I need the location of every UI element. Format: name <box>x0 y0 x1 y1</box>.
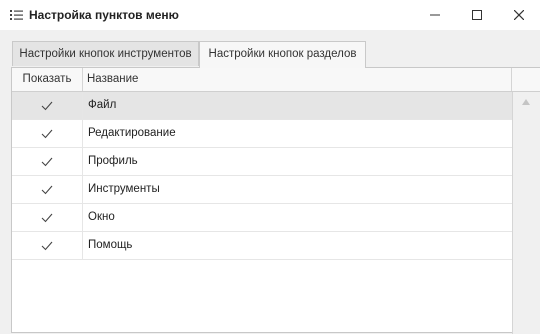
show-cell <box>12 92 83 119</box>
column-header-show[interactable]: Показать <box>12 68 83 91</box>
vertical-scrollbar[interactable] <box>512 92 540 334</box>
item-name: Редактирование <box>88 127 176 139</box>
item-name: Помощь <box>88 239 133 251</box>
table-row[interactable]: Окно <box>12 204 512 232</box>
item-name: Профиль <box>88 155 138 167</box>
item-name: Файл <box>88 99 117 111</box>
checkmark-icon <box>41 213 53 222</box>
window-title: Настройка пунктов меню <box>29 8 179 22</box>
show-cell <box>12 204 83 231</box>
show-cell <box>12 176 83 203</box>
show-checkbox[interactable] <box>40 127 54 141</box>
checkmark-icon <box>41 157 53 166</box>
table-row[interactable]: Редактирование <box>12 120 512 148</box>
item-name: Инструменты <box>88 183 160 195</box>
header-divider <box>511 68 512 91</box>
show-checkbox[interactable] <box>40 99 54 113</box>
maximize-icon <box>472 10 482 20</box>
table-row[interactable]: Файл <box>12 92 512 120</box>
table-row[interactable]: Профиль <box>12 148 512 176</box>
scroll-up-arrow-icon[interactable] <box>521 98 531 106</box>
checkmark-icon <box>41 241 53 250</box>
show-cell <box>12 148 83 175</box>
show-checkbox[interactable] <box>40 239 54 253</box>
table-row[interactable]: Инструменты <box>12 176 512 204</box>
checkmark-icon <box>41 101 53 110</box>
maximize-button[interactable] <box>456 0 498 30</box>
table-body: Файл Редактирование Профиль Инструменты … <box>12 92 512 260</box>
column-header-name[interactable]: Название <box>87 68 138 91</box>
show-cell <box>12 120 83 147</box>
show-checkbox[interactable] <box>40 155 54 169</box>
tab-bar: Настройки кнопок инструментов Настройки … <box>0 41 540 68</box>
checkmark-icon <box>41 185 53 194</box>
tab-section-buttons[interactable]: Настройки кнопок разделов <box>199 41 366 68</box>
tab-tool-buttons[interactable]: Настройки кнопок инструментов <box>12 41 199 66</box>
minimize-button[interactable] <box>414 0 456 30</box>
checkmark-icon <box>41 129 53 138</box>
table-row[interactable]: Помощь <box>12 232 512 260</box>
show-checkbox[interactable] <box>40 183 54 197</box>
list-settings-icon <box>10 10 23 20</box>
table-header: Показать Название <box>12 68 540 92</box>
close-button[interactable] <box>498 0 540 30</box>
title-bar: Настройка пунктов меню <box>0 0 540 30</box>
minimize-icon <box>430 14 440 16</box>
show-cell <box>12 232 83 259</box>
close-icon <box>514 10 524 20</box>
show-checkbox[interactable] <box>40 211 54 225</box>
menu-items-table: Показать Название Файл Редактирование Пр… <box>11 67 540 334</box>
item-name: Окно <box>88 211 115 223</box>
